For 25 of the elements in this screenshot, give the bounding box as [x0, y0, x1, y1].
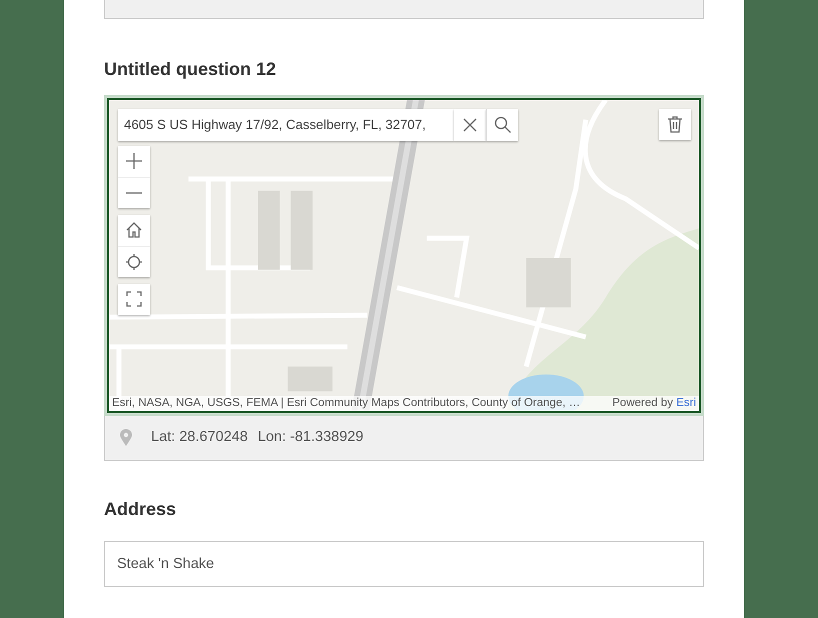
powered-by-text: Powered by Esri — [612, 396, 696, 411]
search-field[interactable]: 4605 S US Highway 17/92, Casselberry, FL, 32707, — [118, 108, 454, 141]
text-field[interactable]: Steak 'n Shake — [104, 541, 704, 588]
clear-button[interactable] — [454, 108, 486, 141]
longitude-text: Lon: -81.338929 — [258, 428, 364, 447]
search-button[interactable] — [486, 108, 518, 141]
delete-button[interactable] — [659, 108, 691, 140]
question-label: Untitled question 12 — [104, 59, 278, 81]
esri-link[interactable]: Esri — [676, 396, 696, 409]
latitude-text: Lat: 28.670248 — [151, 428, 248, 447]
home-button[interactable] — [118, 214, 150, 246]
search-icon — [494, 116, 512, 134]
expand-icon — [125, 290, 143, 308]
trash-icon — [667, 115, 683, 134]
fullscreen-button[interactable] — [118, 284, 150, 315]
minus-icon — [126, 192, 142, 194]
locate-button[interactable] — [118, 246, 150, 277]
attribution-text: Esri, NASA, NGA, USGS, FEMA | Esri Community Maps Contributors, County of Orange, … — [112, 396, 580, 411]
home-icon — [125, 221, 143, 240]
close-icon — [463, 118, 477, 132]
plus-icon — [125, 152, 143, 170]
crosshair-icon — [125, 252, 143, 271]
question-label: Address — [104, 498, 178, 520]
zoom-in-button[interactable] — [118, 146, 150, 177]
pin-icon — [119, 428, 133, 447]
